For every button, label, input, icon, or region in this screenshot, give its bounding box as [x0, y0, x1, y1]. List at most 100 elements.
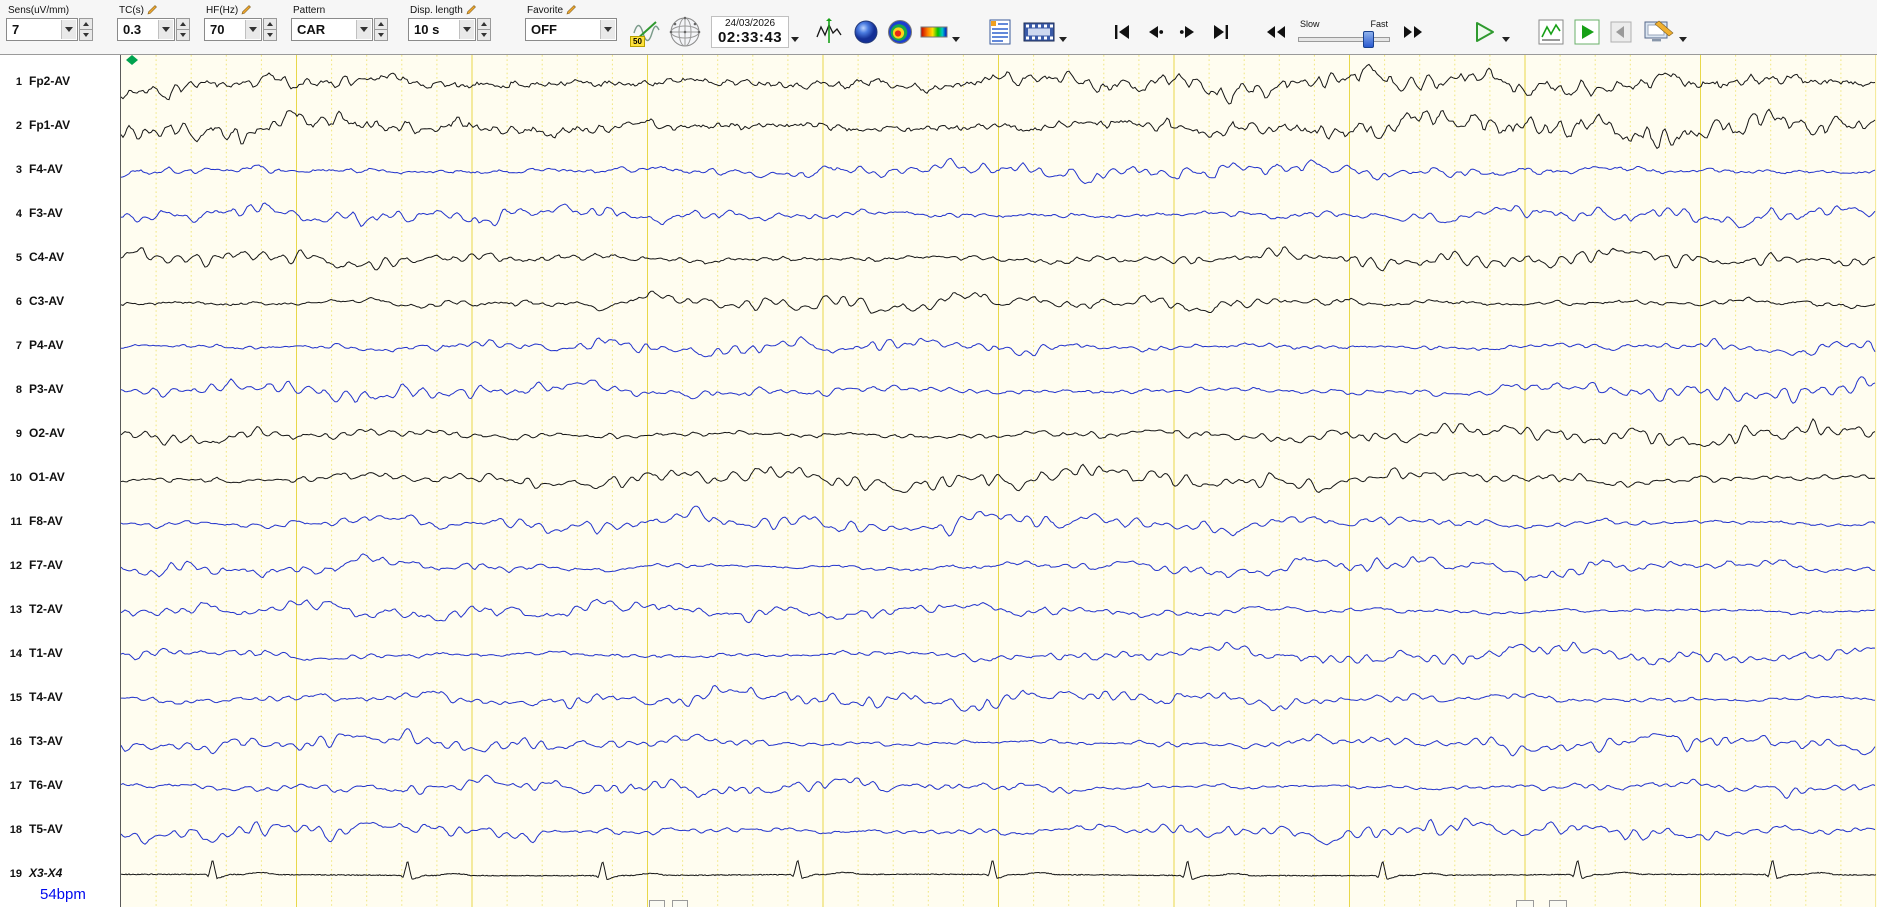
channel-number: 19: [9, 868, 22, 880]
channel-row-F7-AV[interactable]: 12 F7-AV: [0, 558, 63, 574]
channel-row-T5-AV[interactable]: 18 T5-AV: [0, 822, 63, 838]
topo-map-icon: [888, 19, 913, 44]
speed-slider[interactable]: Slow Fast: [1298, 19, 1391, 48]
dsa-sphere-icon: [854, 20, 878, 43]
channel-row-F3-AV[interactable]: 4 F3-AV: [0, 206, 63, 222]
hf-spin-up[interactable]: [263, 18, 277, 30]
map-group-dropdown-icon[interactable]: [952, 37, 961, 46]
notch-filter-button[interactable]: 50: [630, 17, 661, 47]
channel-row-T4-AV[interactable]: 15 T4-AV: [0, 690, 63, 706]
disp-length-dropdown-arrow[interactable]: [459, 20, 474, 39]
electrode-map-button[interactable]: [667, 14, 703, 50]
sens-spin-down[interactable]: [79, 30, 93, 41]
topo-map-button[interactable]: [885, 17, 915, 47]
trace-overview-button[interactable]: [813, 16, 845, 48]
clock-dropdown-icon[interactable]: [791, 37, 800, 46]
pattern-combobox[interactable]: CAR: [291, 18, 373, 41]
channel-number: 3: [15, 164, 22, 176]
fast-forward-icon: [1403, 25, 1422, 38]
bottom-event-marker: [1549, 900, 1567, 907]
tc-edit-pencil-icon[interactable]: [147, 4, 158, 18]
tc-spin-up[interactable]: [176, 18, 190, 30]
channel-label: C3-AV: [29, 294, 65, 308]
channel-label: T4-AV: [29, 690, 63, 704]
channel-label-panel: 54bpm 1 Fp2-AV 2 Fp1-AV 3 F4-AV 4 F3-AV 5 C4-AV 6 C…: [0, 55, 121, 907]
channel-number: 6: [15, 296, 22, 308]
video-group-dropdown-icon[interactable]: [1059, 37, 1068, 46]
favorite-edit-pencil-icon[interactable]: [566, 4, 577, 18]
patient-info-button[interactable]: [986, 16, 1014, 48]
bottom-event-marker: [1516, 900, 1534, 907]
color-scale-button[interactable]: [919, 20, 949, 44]
prev-event-button-disabled[interactable]: [1608, 19, 1634, 45]
play-button[interactable]: [1469, 17, 1499, 47]
channel-row-Fp1-AV[interactable]: 2 Fp1-AV: [0, 118, 70, 134]
fast-forward-button[interactable]: [1396, 18, 1429, 45]
sens-combobox[interactable]: 7: [6, 18, 78, 41]
channel-row-C3-AV[interactable]: 6 C3-AV: [0, 294, 64, 310]
channel-row-P4-AV[interactable]: 7 P4-AV: [0, 338, 64, 354]
page-forward-button[interactable]: [1171, 18, 1204, 45]
channel-row-T2-AV[interactable]: 13 T2-AV: [0, 602, 63, 618]
channel-number: 7: [15, 340, 22, 352]
hf-control: HF(Hz) 70: [204, 3, 277, 41]
position-marker-icon: [126, 55, 138, 65]
channel-number: 2: [15, 120, 22, 132]
hf-dropdown-arrow[interactable]: [245, 20, 260, 39]
channel-row-T1-AV[interactable]: 14 T1-AV: [0, 646, 63, 662]
favorite-combobox[interactable]: OFF: [525, 18, 617, 41]
sens-value: 7: [12, 22, 20, 37]
pattern-dropdown-arrow[interactable]: [356, 20, 371, 39]
jump-end-icon: [1213, 24, 1228, 39]
channel-label: T1-AV: [29, 646, 63, 660]
hf-edit-pencil-icon[interactable]: [241, 4, 252, 18]
jump-to-end-button[interactable]: [1204, 18, 1237, 45]
channel-row-X3-X4[interactable]: 19 X3-X4: [0, 866, 63, 882]
channel-row-F4-AV[interactable]: 3 F4-AV: [0, 162, 63, 178]
speed-slider-track[interactable]: [1298, 31, 1391, 48]
channel-number: 18: [9, 824, 22, 836]
jump-to-start-button[interactable]: [1105, 18, 1138, 45]
channel-row-T3-AV[interactable]: 16 T3-AV: [0, 734, 63, 750]
disp-length-spin-up[interactable]: [477, 18, 491, 30]
channel-label: T2-AV: [29, 602, 63, 616]
disp-length-spin-down[interactable]: [477, 30, 491, 41]
channel-row-O1-AV[interactable]: 10 O1-AV: [0, 470, 65, 486]
sens-dropdown-arrow[interactable]: [61, 20, 76, 39]
hf-combobox[interactable]: 70: [204, 18, 262, 41]
channel-row-P3-AV[interactable]: 8 P3-AV: [0, 382, 64, 398]
favorite-dropdown-arrow[interactable]: [600, 20, 615, 39]
trace-area[interactable]: [121, 55, 1877, 907]
speed-slider-handle[interactable]: [1363, 31, 1375, 48]
dsa-sphere-button[interactable]: [851, 17, 881, 47]
rewind-button[interactable]: [1259, 18, 1292, 45]
montage-settings-button[interactable]: [1642, 16, 1676, 48]
pattern-spin-up[interactable]: [374, 18, 388, 30]
waveform-canvas[interactable]: [121, 55, 1876, 907]
channel-row-O2-AV[interactable]: 9 O2-AV: [0, 426, 65, 442]
review-play-icon: [1574, 19, 1600, 44]
channel-row-T6-AV[interactable]: 17 T6-AV: [0, 778, 63, 794]
tc-combobox[interactable]: 0.3: [117, 18, 175, 41]
tc-spin-down[interactable]: [176, 30, 190, 41]
hf-label: HF(Hz): [204, 3, 277, 18]
channel-row-C4-AV[interactable]: 5 C4-AV: [0, 250, 64, 266]
hf-spin-down[interactable]: [263, 30, 277, 41]
review-play-button[interactable]: [1572, 17, 1602, 47]
tc-dropdown-arrow[interactable]: [158, 20, 173, 39]
settings-dropdown-icon[interactable]: [1679, 37, 1688, 46]
pattern-spin-down[interactable]: [374, 30, 388, 41]
sens-spin-up[interactable]: [79, 18, 93, 30]
play-dropdown-icon[interactable]: [1502, 37, 1511, 46]
trend-chart-button[interactable]: [1536, 17, 1566, 47]
channel-row-Fp2-AV[interactable]: 1 Fp2-AV: [0, 74, 70, 90]
disp-length-combobox[interactable]: 10 s: [408, 18, 476, 41]
channel-row-F8-AV[interactable]: 11 F8-AV: [0, 514, 62, 530]
disp-length-edit-pencil-icon[interactable]: [466, 4, 477, 18]
page-back-button[interactable]: [1138, 18, 1171, 45]
channel-number: 16: [9, 736, 22, 748]
video-button[interactable]: [1022, 17, 1056, 47]
channel-number: 1: [15, 76, 22, 88]
sens-control: Sens(uV/mm) 7: [6, 3, 93, 41]
channel-label: P4-AV: [29, 338, 64, 352]
